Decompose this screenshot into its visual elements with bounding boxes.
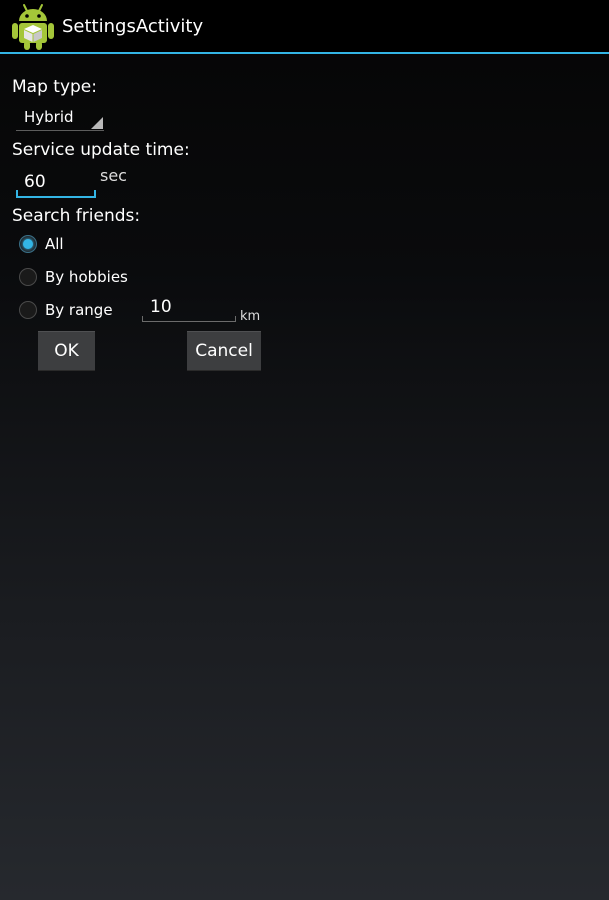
action-bar: SettingsActivity (0, 0, 609, 54)
android-robot-icon[interactable] (11, 3, 55, 51)
radio-all-label: All (45, 235, 64, 253)
update-time-unit: sec (100, 166, 127, 185)
map-type-label: Map type: (12, 77, 97, 97)
radio-all[interactable]: All (18, 233, 138, 257)
update-time-input[interactable]: 60 (16, 166, 96, 198)
dropdown-corner-icon (91, 117, 103, 129)
radio-button-icon[interactable] (19, 301, 37, 319)
radio-button-icon[interactable] (19, 268, 37, 286)
cancel-button[interactable]: Cancel (187, 331, 261, 371)
ok-button[interactable]: OK (38, 331, 95, 371)
update-time-value: 60 (24, 172, 46, 192)
radio-by-range[interactable]: By range (18, 299, 138, 323)
map-type-spinner[interactable]: Hybrid (16, 105, 104, 131)
radio-by-range-label: By range (45, 301, 113, 319)
radio-by-hobbies-label: By hobbies (45, 268, 128, 286)
radio-button-checked-icon[interactable] (19, 235, 37, 253)
range-unit: km (240, 309, 261, 324)
service-update-time-label: Service update time: (12, 140, 190, 160)
map-type-selected-value: Hybrid (24, 108, 74, 126)
radio-dot (23, 239, 33, 249)
app-title: SettingsActivity (62, 16, 204, 37)
range-input[interactable]: 10 (142, 293, 236, 322)
radio-by-hobbies[interactable]: By hobbies (18, 266, 158, 290)
search-friends-label: Search friends: (12, 206, 141, 226)
range-value: 10 (150, 297, 172, 317)
